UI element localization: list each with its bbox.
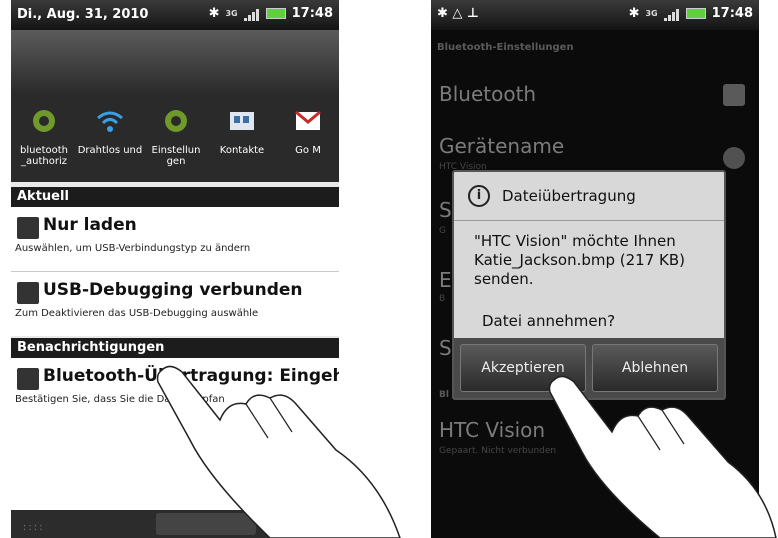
contacts-icon [230, 112, 254, 130]
network-type-icon: 3G [645, 8, 658, 18]
battery-icon [685, 8, 706, 19]
notification-bluetooth-transfer[interactable]: Bluetooth-Übertragung: Eingehe Bestätige… [11, 358, 339, 426]
tray-item-gmail[interactable]: Go M [275, 94, 339, 182]
dialog-message: "HTC Vision" möchte Ihnen Katie_Jackson.… [474, 232, 686, 288]
usb-icon: ✱ △ ⊥ [437, 6, 479, 21]
grip-icon: :::: [23, 522, 45, 533]
status-icons: ✱ 3G 17:48 [209, 6, 333, 21]
status-bar[interactable]: Di., Aug. 31, 2010 ✱ 3G 17:48 [11, 0, 339, 30]
notification-subtitle: Bestätigen Sie, dass Sie die Datei empfa… [15, 394, 225, 405]
dialog-question: Datei annehmen? [482, 312, 616, 330]
notification-charge-only[interactable]: Nur laden Auswählen, um USB-Verbindungst… [11, 207, 339, 271]
tray-label: bluetooth _authoriz [19, 145, 69, 167]
status-date: Di., Aug. 31, 2010 [17, 7, 149, 22]
dialog-button-bar: Akzeptieren Ablehnen [454, 338, 724, 398]
notification-usb-debugging[interactable]: USB-Debugging verbunden Zum Deaktivieren… [11, 272, 339, 336]
bluetooth-icon: ✱ [208, 6, 220, 21]
section-header-current: Aktuell [11, 187, 339, 207]
tray-label: Kontakte [219, 145, 265, 156]
notification-title: Nur laden [43, 215, 137, 235]
signal-icon [243, 6, 260, 21]
section-title: Aktuell [17, 189, 69, 204]
status-time: 17:48 [711, 6, 753, 21]
tray-item-wireless[interactable]: Drahtlos und [77, 94, 143, 182]
section-title: Benachrichtigungen [17, 340, 165, 355]
wifi-icon [97, 111, 123, 132]
status-time: 17:48 [291, 6, 333, 21]
tray-item-contacts[interactable]: Kontakte [209, 94, 275, 182]
dialog-header: i Dateiübertragung [454, 172, 724, 220]
notification-subtitle: Zum Deaktivieren das USB-Debugging auswä… [15, 308, 259, 319]
gear-icon [33, 110, 55, 132]
quick-launch-tray: bluetooth _authoriz Drahtlos und Einstel… [11, 94, 339, 182]
decline-button[interactable]: Ablehnen [592, 344, 718, 392]
warning-icon [17, 282, 39, 304]
drag-handle[interactable] [156, 513, 256, 535]
gmail-icon [295, 110, 321, 130]
tray-label: Einstellun gen [151, 145, 201, 167]
notification-subtitle: Auswählen, um USB-Verbindungstyp zu ände… [15, 243, 251, 254]
right-phone-screen: ✱ △ ⊥ ✱ 3G 17:48 Bluetooth-Einstellungen… [431, 0, 759, 538]
usb-icon [17, 217, 39, 239]
section-header-notifications: Benachrichtigungen [11, 338, 339, 358]
divider [454, 220, 724, 221]
notification-empty-area [11, 426, 339, 510]
battery-icon [265, 8, 286, 19]
info-icon: i [468, 185, 490, 207]
tray-label: Drahtlos und [77, 145, 143, 156]
network-type-icon: 3G [225, 8, 238, 18]
tray-item-settings[interactable]: Einstellun gen [143, 94, 209, 182]
accept-button[interactable]: Akzeptieren [460, 344, 586, 392]
notification-drag-bar[interactable]: :::: [11, 510, 339, 538]
tray-item-bluetooth-authorize[interactable]: bluetooth _authoriz [11, 94, 77, 182]
status-icons: ✱ 3G 17:48 [629, 6, 753, 21]
bluetooth-icon [17, 368, 39, 390]
gear-icon [165, 110, 187, 132]
status-bar[interactable]: ✱ △ ⊥ ✱ 3G 17:48 [431, 0, 759, 30]
notification-header-band [11, 30, 339, 94]
bluetooth-icon: ✱ [628, 6, 640, 21]
file-transfer-dialog: i Dateiübertragung "HTC Vision" möchte I… [452, 170, 726, 400]
notification-title: USB-Debugging verbunden [43, 280, 303, 300]
tray-label: Go M [295, 145, 321, 156]
dialog-title: Dateiübertragung [502, 187, 636, 205]
left-phone-screen: Di., Aug. 31, 2010 ✱ 3G 17:48 bluetooth … [11, 0, 339, 538]
signal-icon [663, 6, 680, 21]
notification-title: Bluetooth-Übertragung: Eingehe [43, 366, 339, 386]
